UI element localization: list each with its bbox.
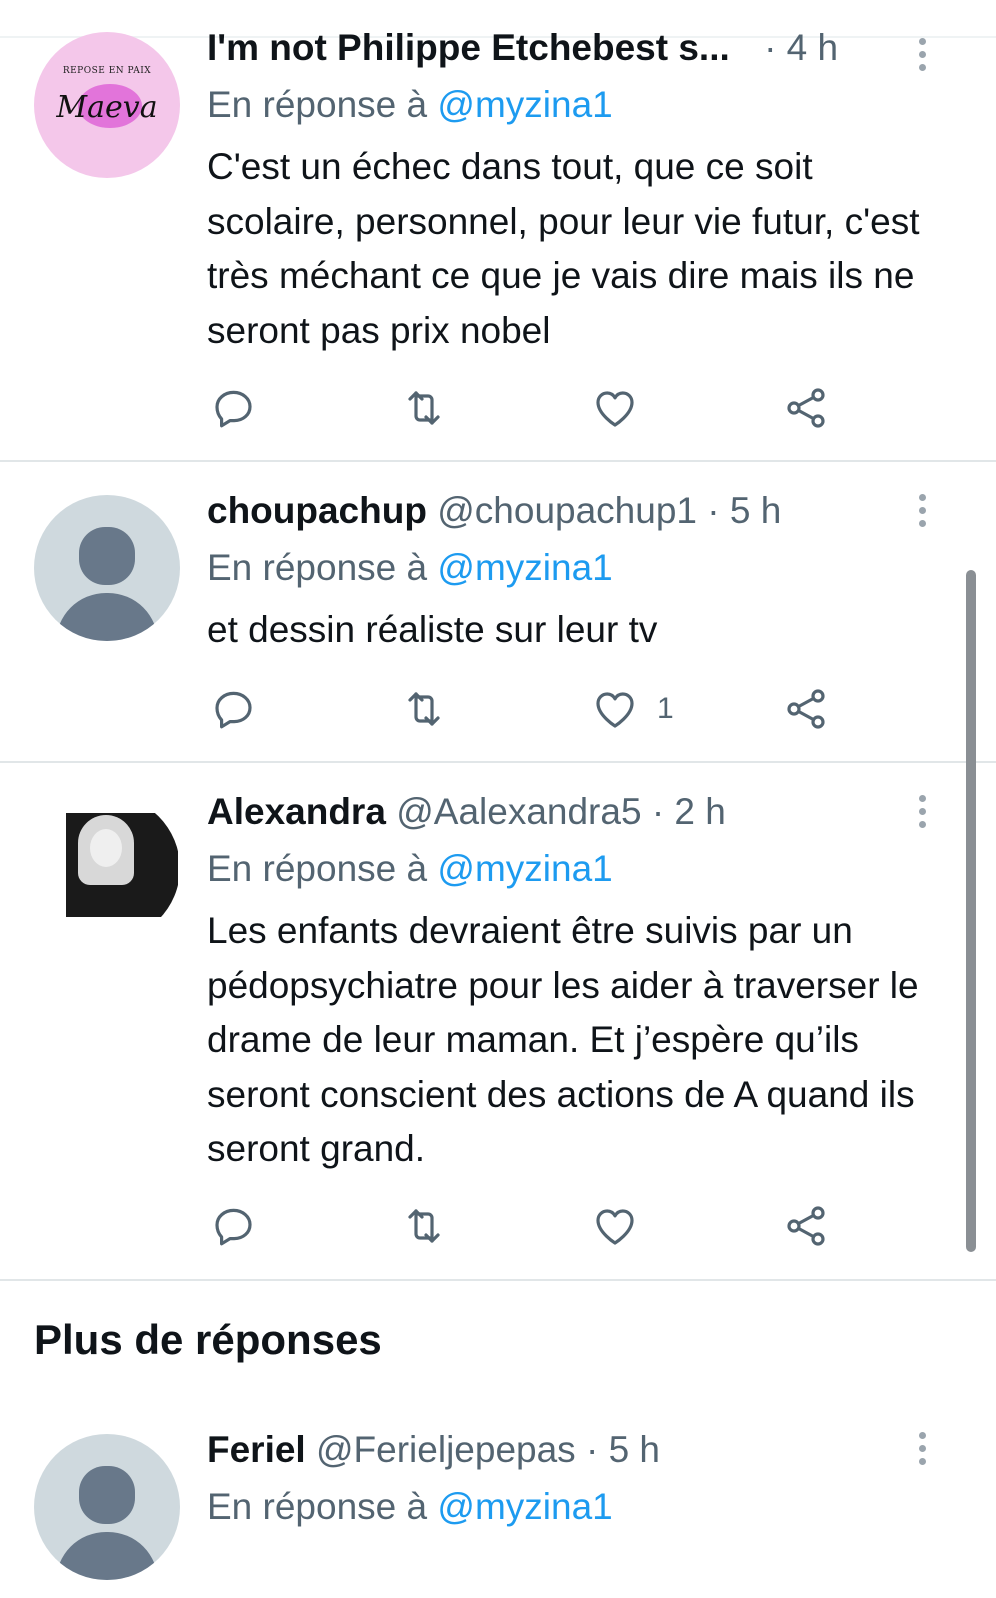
- author-name[interactable]: choupachup: [207, 490, 427, 531]
- tweet-time[interactable]: · 4 h: [764, 27, 838, 68]
- reply-mention[interactable]: @myzina1: [437, 84, 612, 125]
- reply-mention[interactable]: @myzina1: [437, 547, 612, 588]
- reply-prefix: En réponse à: [207, 848, 428, 889]
- reply-mention[interactable]: @myzina1: [437, 1486, 612, 1527]
- share-button[interactable]: [782, 1201, 830, 1251]
- author-handle[interactable]: @Ferieljepepas: [316, 1429, 576, 1470]
- reply-prefix: En réponse à: [207, 1486, 428, 1527]
- reply-context: En réponse à @myzina1: [207, 546, 613, 590]
- heart-icon: [596, 692, 634, 728]
- avatar-signature: Maeva: [56, 90, 158, 125]
- avatar[interactable]: [34, 495, 180, 641]
- retweet-button[interactable]: [400, 1201, 448, 1251]
- heart-icon: [596, 391, 634, 427]
- reply-context: En réponse à @myzina1: [207, 847, 613, 891]
- tweet-time[interactable]: · 5 h: [586, 1429, 660, 1470]
- reply-prefix: En réponse à: [207, 84, 428, 125]
- heart-icon: [596, 1209, 634, 1245]
- like-button[interactable]: [591, 1201, 657, 1251]
- avatar[interactable]: [34, 1434, 180, 1580]
- scrollbar[interactable]: [966, 570, 976, 1252]
- tweet-divider: [0, 761, 996, 763]
- share-icon: [787, 388, 825, 428]
- section-title: Plus de réponses: [34, 1316, 382, 1363]
- retweet-icon: [408, 692, 440, 726]
- reply-prefix: En réponse à: [207, 547, 428, 588]
- tweet-time[interactable]: · 2 h: [652, 791, 726, 832]
- like-button[interactable]: 1: [591, 684, 674, 734]
- share-icon: [787, 689, 825, 729]
- tweet-actions: [0, 383, 996, 433]
- reply-button[interactable]: [210, 684, 258, 734]
- reply-button[interactable]: [210, 383, 258, 433]
- retweet-icon: [408, 1209, 440, 1243]
- reply-button[interactable]: [210, 1201, 258, 1251]
- like-count: 1: [657, 692, 674, 725]
- tweet-text: et dessin réaliste sur leur tv: [207, 609, 658, 650]
- retweet-button[interactable]: [400, 383, 448, 433]
- tweet-header: choupachup @choupachup1 · 5 h: [207, 489, 781, 533]
- share-icon: [787, 1206, 825, 1246]
- reply-icon: [215, 390, 252, 428]
- author-handle[interactable]: @choupachup1: [437, 490, 697, 531]
- author-name[interactable]: Alexandra: [207, 791, 386, 832]
- reply-mention[interactable]: @myzina1: [437, 848, 612, 889]
- tweet-divider: [0, 460, 996, 462]
- more-icon[interactable]: [914, 38, 930, 71]
- author-handle[interactable]: @Aalexandra5: [396, 791, 641, 832]
- author-name[interactable]: Feriel: [207, 1429, 306, 1470]
- reply-icon: [215, 1208, 252, 1246]
- avatar[interactable]: [34, 795, 180, 941]
- retweet-icon: [408, 391, 440, 425]
- tweet-divider: [0, 1279, 996, 1281]
- avatar-caption: REPOSE EN PAIX: [62, 66, 152, 76]
- reply-icon: [215, 691, 252, 729]
- author-name[interactable]: I'm not Philippe Etchebest s...: [207, 27, 730, 68]
- share-button[interactable]: [782, 684, 830, 734]
- reply-context: En réponse à @myzina1: [207, 1485, 613, 1529]
- tweet-header: Feriel @Ferieljepepas · 5 h: [207, 1428, 660, 1472]
- reply-context: En réponse à @myzina1: [207, 83, 613, 127]
- avatar[interactable]: REPOSE EN PAIX Maeva: [34, 32, 180, 178]
- tweet-text: Les enfants devraient être suivis par un…: [207, 910, 919, 1169]
- more-icon[interactable]: [914, 1432, 930, 1465]
- like-button[interactable]: [591, 383, 657, 433]
- tweet-actions: [0, 1201, 996, 1251]
- tweet-header: Alexandra @Aalexandra5 · 2 h: [207, 790, 726, 834]
- tweet-actions: 1: [0, 684, 996, 734]
- more-icon[interactable]: [914, 795, 930, 828]
- tweet-time[interactable]: · 5 h: [707, 490, 781, 531]
- tweet-header: I'm not Philippe Etchebest s... · 4 h: [207, 26, 838, 70]
- share-button[interactable]: [782, 383, 830, 433]
- more-icon[interactable]: [914, 494, 930, 527]
- retweet-button[interactable]: [400, 684, 448, 734]
- tweet-text: C'est un échec dans tout, que ce soit sc…: [207, 146, 920, 351]
